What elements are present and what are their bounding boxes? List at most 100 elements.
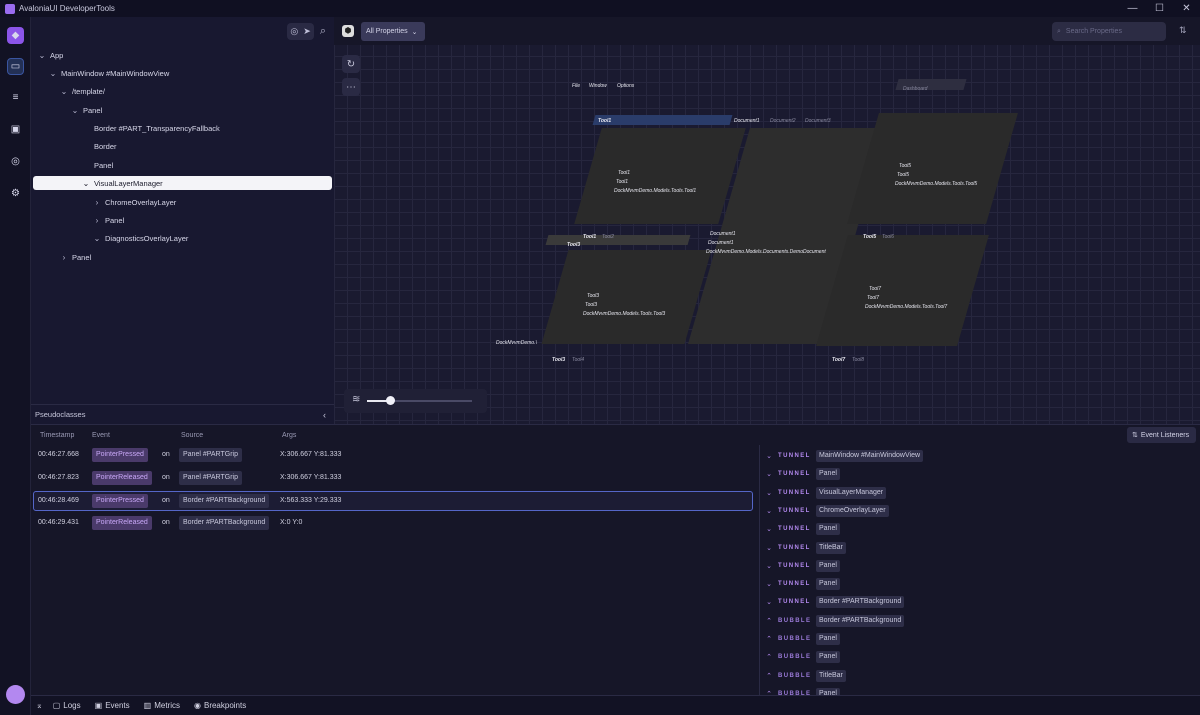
search-icon[interactable]: ⌕	[320, 25, 326, 38]
breakpoints-tab-label: Breakpoints	[203, 701, 247, 710]
visual-tree-nav-icon[interactable]: ▭	[7, 58, 24, 75]
event-row[interactable]: 00:46:29.431 PointerReleased on Border #…	[33, 514, 753, 534]
tree-node[interactable]: › Panel	[92, 213, 125, 227]
chevron-icon[interactable]: ⌄	[92, 234, 102, 243]
metrics-tab[interactable]: ▥ Metrics	[144, 701, 180, 710]
event-source-badge[interactable]: Border #PARTBackground	[179, 494, 270, 508]
preview-label: Tool7	[869, 286, 882, 292]
chevron-icon[interactable]: ›	[92, 198, 102, 207]
tree-node[interactable]: ⌄ MainWindow #MainWindowView	[48, 66, 170, 80]
route-element-badge[interactable]: MainWindow #MainWindowView	[816, 450, 924, 462]
chevron-icon[interactable]: ›	[59, 253, 69, 262]
tree-node-label: DiagnosticsOverlayLayer	[105, 233, 189, 243]
tree-node-selected[interactable]: ⌄ VisualLayerManager	[33, 176, 332, 190]
assets-nav-icon[interactable]: ◎	[7, 153, 24, 170]
maximize-button[interactable]: ☐	[1146, 3, 1173, 14]
route-element-badge[interactable]: TitleBar	[816, 541, 846, 554]
event-name-badge: PointerPressed	[92, 448, 148, 462]
preview-label: Tool5	[899, 163, 912, 169]
event-name-badge: PointerPressed	[92, 494, 148, 508]
chevron-icon[interactable]: ⌄	[48, 69, 58, 78]
route-row[interactable]: ⌄ TUNNEL Border #PARTBackground	[760, 593, 1196, 611]
route-element-badge[interactable]: Border #PARTBackground	[816, 614, 905, 627]
route-element-badge[interactable]: Border #PARTBackground	[816, 596, 905, 609]
avatar[interactable]	[6, 685, 25, 704]
event-on-label: on	[162, 451, 170, 458]
chevron-icon[interactable]: ›	[92, 216, 102, 225]
zoom-slider-handle[interactable]	[386, 396, 396, 405]
chevron-icon[interactable]: ⌄	[37, 51, 47, 60]
header-event[interactable]: Event	[92, 432, 110, 439]
event-source-badge[interactable]: Border #PARTBackground	[179, 516, 270, 530]
route-row[interactable]: ⌄ TUNNEL VisualLayerManager	[760, 484, 1196, 502]
chevron-icon[interactable]: ⌄	[59, 87, 69, 96]
tree-node[interactable]: ⌄/template/	[59, 84, 105, 98]
route-phase: BUBBLE	[778, 654, 812, 661]
tree-node[interactable]: › ChromeOverlayLayer	[92, 195, 177, 209]
route-element-badge[interactable]: Panel	[816, 651, 840, 664]
route-element-badge[interactable]: Panel	[816, 633, 840, 645]
settings-nav-icon[interactable]: ⚙	[7, 185, 24, 202]
tree-node[interactable]: ⌄ DiagnosticsOverlayLayer	[92, 231, 189, 245]
preview-label: Tool5	[863, 234, 877, 240]
events-tab[interactable]: ▣ Events	[95, 701, 130, 710]
tree-node[interactable]: Border	[81, 139, 117, 153]
event-on-label: on	[162, 497, 170, 504]
close-button[interactable]: ✕	[1173, 3, 1200, 14]
sort-icon[interactable]: ⇅	[1179, 25, 1187, 36]
header-timestamp[interactable]: Timestamp	[40, 432, 74, 439]
tree-node[interactable]: Border #PART_TransparencyFallback	[81, 121, 220, 135]
preview-label: Tool5	[897, 172, 910, 178]
route-row[interactable]: ⌃ BUBBLE Panel	[760, 630, 1196, 648]
pick-pointer-icon[interactable]: ➤	[303, 26, 311, 37]
resources-nav-icon[interactable]: ▣	[7, 121, 24, 138]
route-row[interactable]: ⌃ BUBBLE Panel	[760, 648, 1196, 666]
minimize-button[interactable]: —	[1119, 3, 1146, 14]
cube-icon[interactable]: ⬢	[342, 25, 354, 37]
route-element-badge[interactable]: Panel	[816, 578, 840, 591]
route-row[interactable]: ⌄ TUNNEL Panel	[760, 520, 1196, 538]
tree-mode-toggle[interactable]: ◎ ➤	[287, 22, 314, 40]
route-element-badge[interactable]: TitleBar	[816, 669, 846, 682]
preview-label: Tool1	[583, 234, 597, 240]
header-args[interactable]: Args	[282, 432, 296, 439]
tree-node[interactable]: › Panel	[59, 250, 92, 264]
route-element-badge[interactable]: ChromeOverlayLayer	[816, 504, 889, 517]
chevron-icon[interactable]: ⌄	[81, 179, 91, 188]
header-source[interactable]: Source	[181, 432, 203, 439]
route-phase: BUBBLE	[778, 617, 812, 624]
collapse-up-icon[interactable]: ⌅	[36, 701, 43, 710]
chevron-icon[interactable]: ⌄	[70, 106, 80, 115]
logs-tab[interactable]: ▢ Logs	[53, 701, 81, 710]
event-source-badge[interactable]: Panel #PARTGrip	[179, 471, 242, 485]
logical-tree-nav-icon[interactable]: ≡	[7, 89, 24, 106]
event-row-selected[interactable]: 00:46:28.469 PointerPressed on Border #P…	[33, 491, 753, 511]
route-row[interactable]: ⌄ TUNNEL ChromeOverlayLayer	[760, 502, 1196, 520]
property-filter-dropdown[interactable]: All Properties ⌄	[361, 22, 425, 41]
target-icon[interactable]: ◎	[290, 26, 298, 37]
tree-node[interactable]: Panel	[81, 158, 113, 172]
route-row[interactable]: ⌄ TUNNEL TitleBar	[760, 539, 1196, 557]
route-row[interactable]: ⌃ BUBBLE TitleBar	[760, 667, 1196, 685]
event-row[interactable]: 00:46:27.823 PointerReleased on Panel #P…	[33, 469, 753, 489]
collapse-chevron-icon[interactable]: ‹	[323, 410, 326, 420]
route-row[interactable]: ⌄ TUNNEL Panel	[760, 557, 1196, 575]
route-element-badge[interactable]: Panel	[816, 523, 840, 536]
route-element-badge[interactable]: Panel	[816, 468, 840, 481]
route-element-badge[interactable]: Panel	[816, 559, 840, 572]
route-row[interactable]: ⌃ BUBBLE Border #PARTBackground	[760, 612, 1196, 630]
route-element-badge[interactable]: VisualLayerManager	[816, 486, 887, 499]
pseudoclasses-header[interactable]: Pseudoclasses ‹	[31, 404, 334, 424]
search-properties-input[interactable]: ⌕ Search Properties	[1052, 22, 1166, 41]
tree-node[interactable]: ⌄ App	[37, 48, 64, 62]
event-source-badge[interactable]: Panel #PARTGrip	[179, 448, 242, 462]
route-row[interactable]: ⌄ TUNNEL Panel	[760, 465, 1196, 483]
tree-node[interactable]: ⌄ Panel	[70, 103, 103, 117]
logo-nav-icon[interactable]: ◆	[7, 27, 24, 44]
event-row[interactable]: 00:46:27.668 PointerPressed on Panel #PA…	[33, 446, 753, 466]
event-listeners-button[interactable]: ⇅ Event Listeners	[1127, 427, 1196, 443]
route-row[interactable]: ⌄ TUNNEL MainWindow #MainWindowView	[760, 447, 1196, 465]
route-row[interactable]: ⌄ TUNNEL Panel	[760, 575, 1196, 593]
breakpoints-tab[interactable]: ◉ Breakpoints	[194, 701, 246, 710]
layer-preview-viewport[interactable]: ⬢ All Properties ⌄ ⌕ Search Properties ⇅ ↻…	[334, 17, 1200, 424]
